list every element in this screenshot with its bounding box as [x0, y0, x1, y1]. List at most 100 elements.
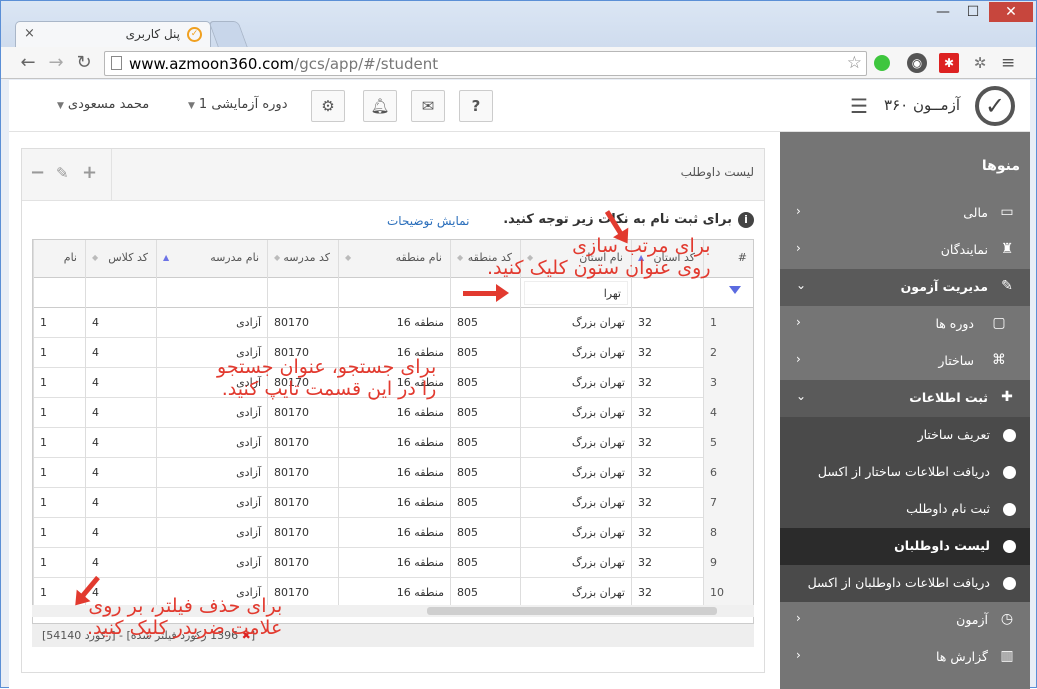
filter-cell-province-name[interactable]	[520, 278, 631, 308]
table-cell: 32	[631, 308, 703, 338]
annotation-line: برای جستجو، عنوان جستجو	[217, 356, 437, 378]
user-menu[interactable]: محمد مسعودی▼	[53, 97, 149, 112]
table-cell: تهران بزرگ	[520, 398, 631, 428]
bar-chart-icon: ▥	[1000, 648, 1014, 664]
clock-icon: ◷	[1000, 611, 1014, 627]
table-cell: 4	[85, 518, 156, 548]
column-label: نام مدرسه	[210, 251, 259, 264]
bookmark-star-icon[interactable]: ☆	[847, 53, 862, 73]
filter-cell-region-name[interactable]	[338, 278, 450, 308]
sidebar-item-finance[interactable]: ▭ مالی ‹	[780, 195, 1030, 232]
sidebar-item-import-structure[interactable]: دریافت اطلاعات ساختار از اکسل	[780, 454, 1030, 491]
filter-icon[interactable]	[729, 286, 741, 294]
browser-tab[interactable]: ✓ پنل کاربری ×	[15, 21, 211, 47]
table-cell: آزادی	[156, 518, 267, 548]
sidebar-item-define-structure[interactable]: تعریف ساختار	[780, 417, 1030, 454]
sidebar-item-exam-management[interactable]: ✎ مدیریت آزمون ⌄	[780, 269, 1030, 306]
table-cell: 4	[85, 548, 156, 578]
sidebar-item-reports[interactable]: ▥ گزارش ها ‹	[780, 639, 1030, 676]
settings-button[interactable]: ⚙	[311, 90, 345, 122]
browser-menu-icon[interactable]: ≡	[1001, 53, 1015, 73]
period-selector[interactable]: دوره آزمایشی 1▼	[184, 97, 288, 112]
app-header: ✓ آزمــون ۳۶۰ ☰ ? ✉ 🔔︎ ⚙ دوره آزمایشی 1▼…	[9, 80, 1030, 132]
sidebar-item-exam[interactable]: ◷ آزمون ‹	[780, 602, 1030, 639]
chevron-down-icon: ⌄	[796, 278, 807, 292]
address-bar[interactable]: www.azmoon360.com/gcs/app/#/student ☆	[104, 51, 867, 76]
table-row[interactable]: 7 32 تهران بزرگ 805 منطقه 16 80170 آزادی 4 1	[33, 488, 753, 518]
messages-button[interactable]: ✉	[411, 90, 445, 122]
sidebar-item-label: دوره ها	[935, 316, 974, 331]
url-host: www.azmoon360.com	[129, 55, 295, 73]
forward-arrow-icon[interactable]: →	[45, 52, 67, 74]
column-header-school-code[interactable]: کد مدرسه ◆	[267, 240, 338, 278]
notifications-button[interactable]: 🔔︎	[363, 90, 397, 122]
chevron-left-icon: ‹	[796, 648, 801, 662]
table-cell: آزادی	[156, 428, 267, 458]
circle-icon	[1003, 429, 1016, 442]
tab-close-icon[interactable]: ×	[24, 26, 35, 41]
sidebar-item-register-candidate[interactable]: ثبت نام داوطلب	[780, 491, 1030, 528]
column-label: کد کلاس	[108, 251, 148, 264]
show-description-link[interactable]: نمایش توضیحات	[387, 214, 469, 228]
sidebar-item-data-entry[interactable]: ✚ ثبت اطلاعات ⌄	[780, 380, 1030, 417]
minimize-button[interactable]: —	[929, 2, 957, 22]
url-text[interactable]: www.azmoon360.com/gcs/app/#/student	[129, 55, 438, 73]
column-header-region-name[interactable]: نام منطقه ◆	[338, 240, 450, 278]
table-cell: 1	[33, 548, 85, 578]
filter-cell-school-name[interactable]	[156, 278, 267, 308]
extension-film-icon[interactable]: ◉	[907, 53, 927, 73]
pencil-icon[interactable]: ✎	[56, 164, 69, 182]
column-header-class-code[interactable]: کد کلاس ◆	[85, 240, 156, 278]
sidebar-item-label: دریافت اطلاعات ساختار از اکسل	[817, 464, 990, 479]
filter-cell-school-code[interactable]	[267, 278, 338, 308]
table-row[interactable]: 9 32 تهران بزرگ 805 منطقه 16 80170 آزادی 4 1	[33, 548, 753, 578]
logo-check-icon[interactable]: ✓	[975, 86, 1015, 126]
annotation-line: روی عنوان ستون کلیک کنید.	[487, 257, 711, 279]
table-cell: 80170	[267, 548, 338, 578]
filter-cell-name[interactable]	[33, 278, 85, 308]
table-row[interactable]: 1 32 تهران بزرگ 805 منطقه 16 80170 آزادی 4 1	[33, 308, 753, 338]
sidebar-item-periods[interactable]: ▢ دوره ها ‹	[780, 306, 1030, 343]
extension-gear-icon[interactable]: ✲	[970, 53, 990, 73]
sidebar-item-structure[interactable]: ⌘ ساختار ‹	[780, 343, 1030, 380]
column-header-name[interactable]: نام	[33, 240, 85, 278]
hamburger-menu-icon[interactable]: ☰	[850, 94, 868, 118]
gear-icon: ⚙	[321, 97, 335, 115]
sidebar-item-label: ثبت اطلاعات	[909, 390, 988, 405]
table-cell: تهران بزرگ	[520, 518, 631, 548]
sidebar-item-import-candidates[interactable]: دریافت اطلاعات داوطلبان از اکسل	[780, 565, 1030, 602]
annotation-search: برای جستجو، عنوان جستجو را در این قسمت تا…	[217, 356, 436, 400]
filter-cell-province-code[interactable]	[631, 278, 703, 308]
maximize-button[interactable]: ☐	[959, 2, 987, 22]
sidebar-item-agents[interactable]: ♜ نمایندگان ‹	[780, 232, 1030, 269]
sidebar-item-candidates-list[interactable]: لیست داوطلبان	[780, 528, 1030, 565]
table-row[interactable]: 5 32 تهران بزرگ 805 منطقه 16 80170 آزادی 4 1	[33, 428, 753, 458]
close-window-button[interactable]: ✕	[989, 2, 1033, 22]
sidebar-item-label: دریافت اطلاعات داوطلبان از اکسل	[807, 575, 990, 590]
help-button[interactable]: ?	[459, 90, 493, 122]
table-cell: 1	[33, 458, 85, 488]
scrollbar-thumb[interactable]	[427, 607, 717, 615]
table-row[interactable]: 4 32 تهران بزرگ 805 منطقه 16 80170 آزادی 4 1	[33, 398, 753, 428]
new-tab-button[interactable]	[208, 21, 248, 47]
tab-favicon-icon: ✓	[187, 27, 202, 42]
reload-icon[interactable]: ↻	[73, 52, 95, 74]
table-cell: آزادی	[156, 488, 267, 518]
table-cell: تهران بزرگ	[520, 338, 631, 368]
column-header-index[interactable]: #	[703, 240, 753, 278]
province-name-filter-input[interactable]	[524, 281, 628, 305]
chevron-left-icon: ‹	[796, 315, 801, 329]
minus-icon[interactable]: −	[30, 162, 45, 183]
annotation-line: برای مرتب سازی	[572, 235, 711, 257]
extension-red-icon[interactable]: ✱	[939, 53, 959, 73]
add-icon[interactable]: +	[82, 162, 97, 183]
table-row[interactable]: 6 32 تهران بزرگ 805 منطقه 16 80170 آزادی 4 1	[33, 458, 753, 488]
table-cell: 805	[450, 518, 520, 548]
filter-cell-class-code[interactable]	[85, 278, 156, 308]
back-arrow-icon[interactable]: ←	[17, 52, 39, 74]
extension-green-icon[interactable]	[874, 55, 890, 71]
table-row[interactable]: 8 32 تهران بزرگ 805 منطقه 16 80170 آزادی 4 1	[33, 518, 753, 548]
table-cell: 4	[85, 308, 156, 338]
table-cell: 1	[33, 308, 85, 338]
column-header-school-name[interactable]: نام مدرسه ▲	[156, 240, 267, 278]
